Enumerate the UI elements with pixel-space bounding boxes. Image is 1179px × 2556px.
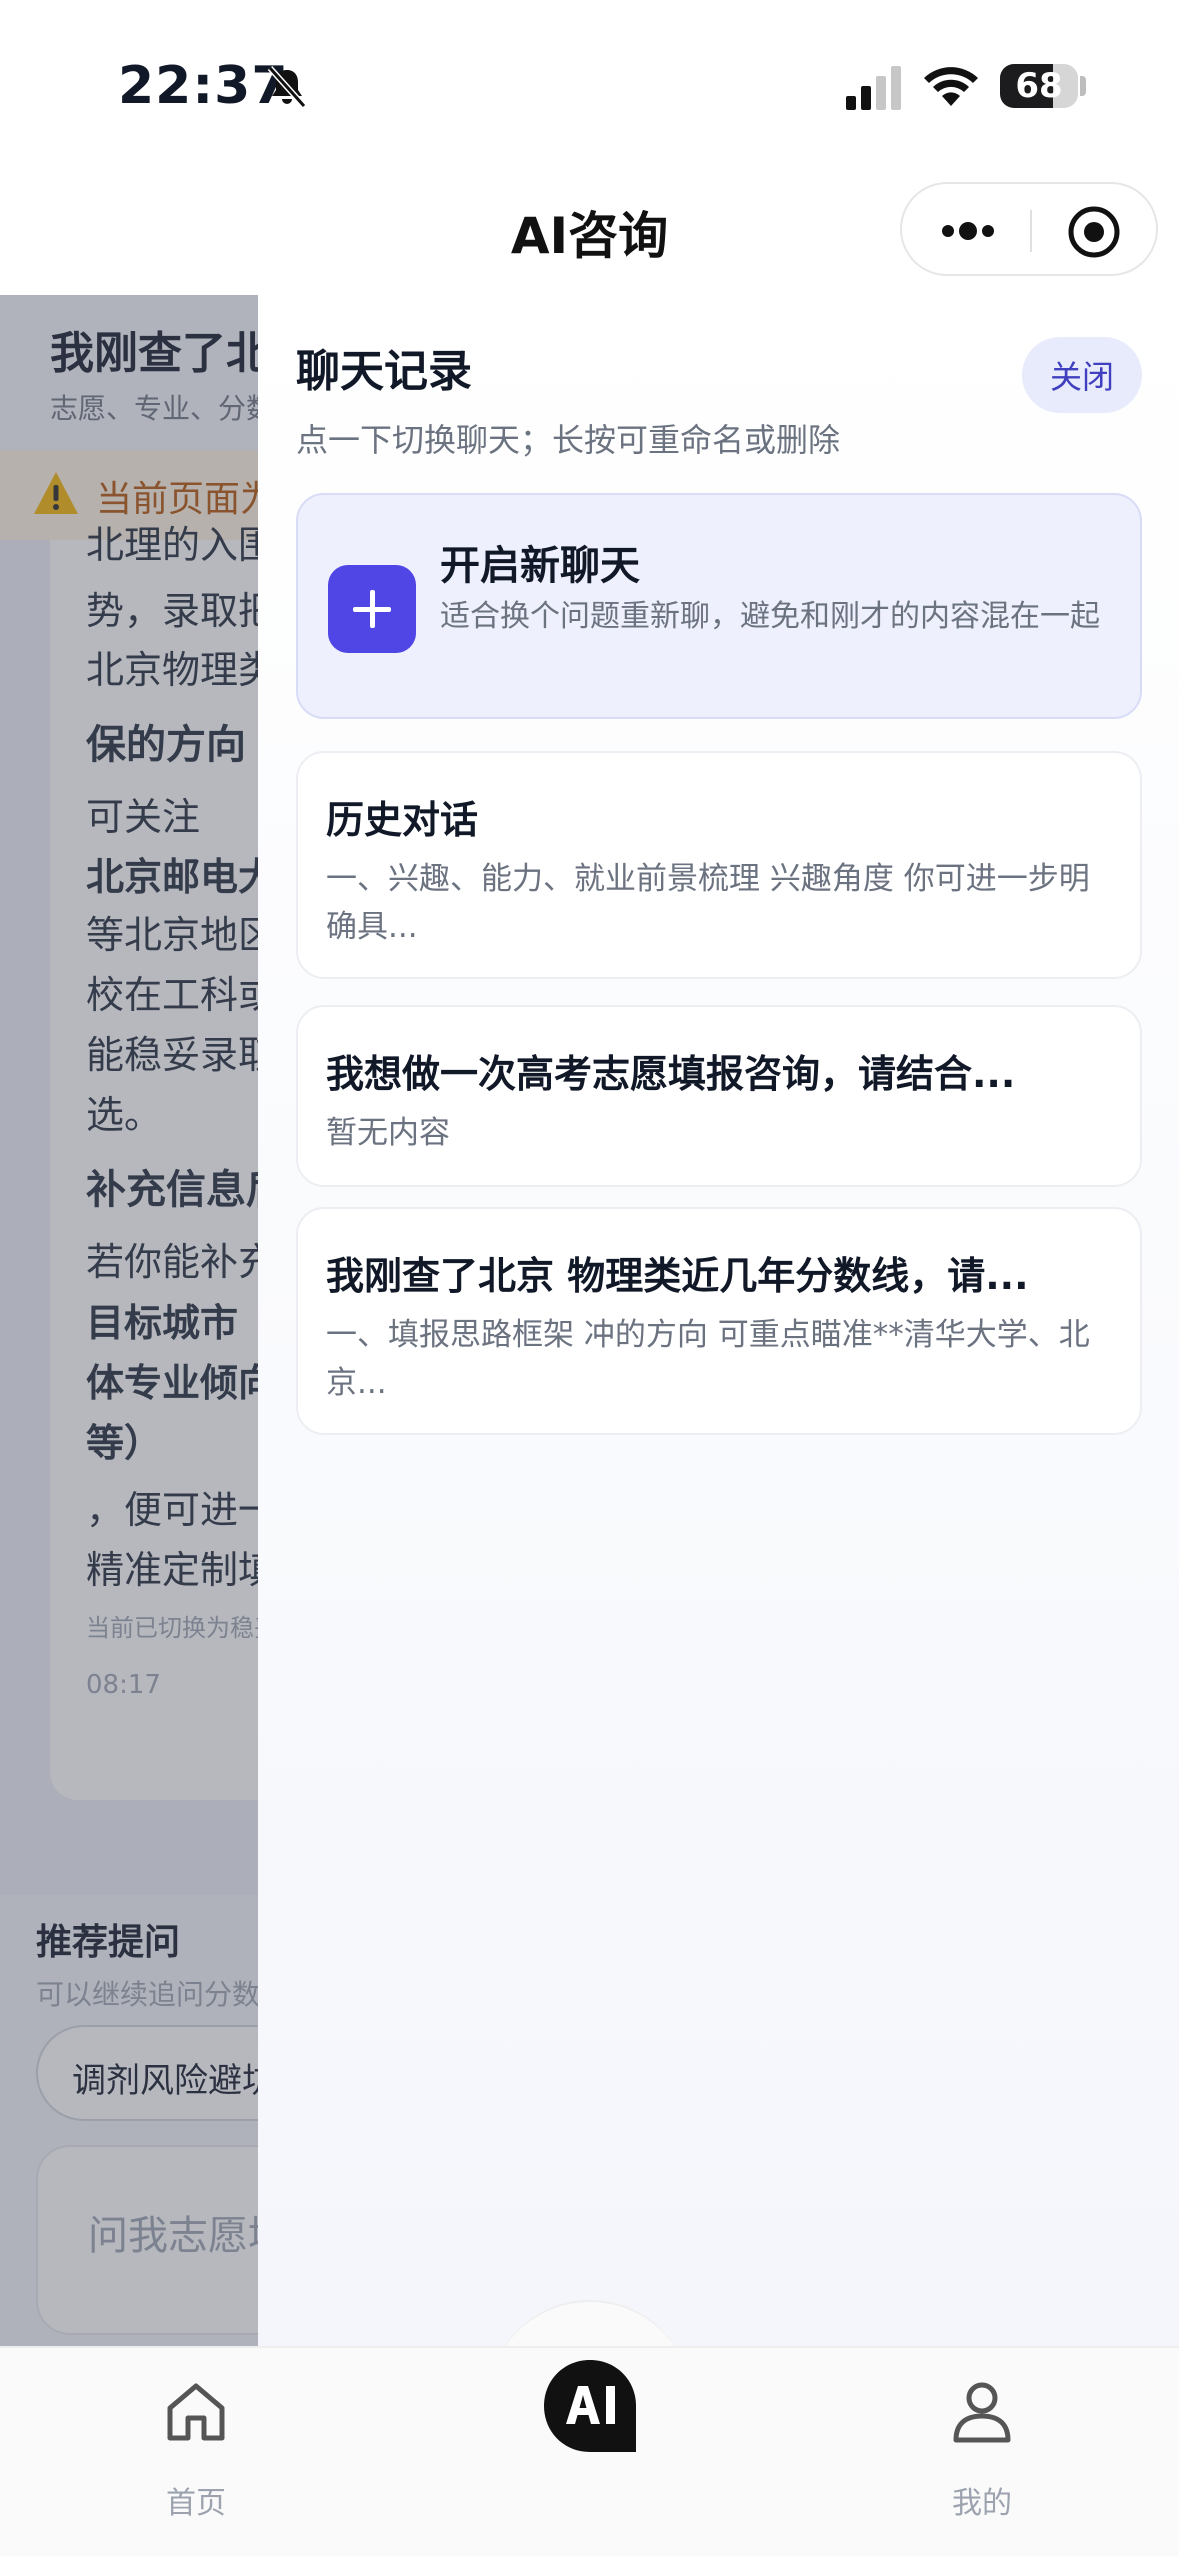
miniprogram-capsule (900, 182, 1158, 276)
tab-mine[interactable]: 我的 (902, 2378, 1062, 2528)
user-icon (953, 2382, 1011, 2443)
tab-mine-label: 我的 (952, 2486, 1012, 2521)
close-button[interactable]: 关闭 (1022, 337, 1142, 413)
chat-history-item[interactable]: 历史对话 一、兴趣、能力、就业前景梳理 兴趣角度 你可进一步明确具... (296, 751, 1142, 979)
nav-bar: AI咨询 (0, 160, 1179, 295)
capsule-divider (1030, 210, 1032, 252)
chat-item-preview: 一、填报思路框架 冲的方向 可重点瞄准**清华大学、北京... (326, 1317, 1090, 1401)
chat-item-title: 我刚查了北京 物理类近几年分数线，请... (326, 1254, 1029, 1298)
chat-item-title: 我想做一次高考志愿填报咨询，请结合... (326, 1052, 1016, 1096)
battery-nub (1080, 76, 1086, 96)
more-icon[interactable] (938, 214, 998, 248)
chat-item-preview: 一、兴趣、能力、就业前景梳理 兴趣角度 你可进一步明确具... (326, 861, 1090, 945)
home-icon (167, 2383, 225, 2441)
battery-percent: 68 (1015, 66, 1063, 106)
drawer-title: 聊天记录 (296, 346, 472, 397)
signal-icon (846, 66, 901, 110)
ai-icon[interactable] (536, 2352, 644, 2460)
new-chat-desc: 适合换个问题重新聊，避免和刚才的内容混在一起 (440, 599, 1100, 634)
new-chat-title: 开启新聊天 (440, 543, 640, 589)
close-miniprogram-icon[interactable] (1066, 204, 1122, 260)
chat-history-item[interactable]: 我想做一次高考志愿填报咨询，请结合... 暂无内容 (296, 1005, 1142, 1187)
chat-history-drawer: 聊天记录 点一下切换聊天；长按可重命名或删除 关闭 开启新聊天 适合换个问题重新… (258, 295, 1179, 2355)
chat-item-title: 历史对话 (326, 798, 479, 842)
new-chat-button[interactable]: 开启新聊天 适合换个问题重新聊，避免和刚才的内容混在一起 (296, 493, 1142, 719)
chat-item-preview: 暂无内容 (326, 1115, 450, 1151)
tab-home-label: 首页 (166, 2486, 226, 2521)
status-time: 22:37 (118, 56, 289, 116)
plus-icon (328, 565, 416, 653)
drawer-subtitle: 点一下切换聊天；长按可重命名或删除 (296, 421, 841, 459)
tab-home[interactable]: 首页 (116, 2378, 276, 2528)
bell-off-icon (267, 65, 307, 109)
wifi-icon (924, 67, 978, 106)
status-bar: 22:37 68 (0, 0, 1179, 160)
battery-indicator: 68 (1000, 64, 1078, 108)
chat-history-item[interactable]: 我刚查了北京 物理类近几年分数线，请... 一、填报思路框架 冲的方向 可重点瞄… (296, 1207, 1142, 1435)
